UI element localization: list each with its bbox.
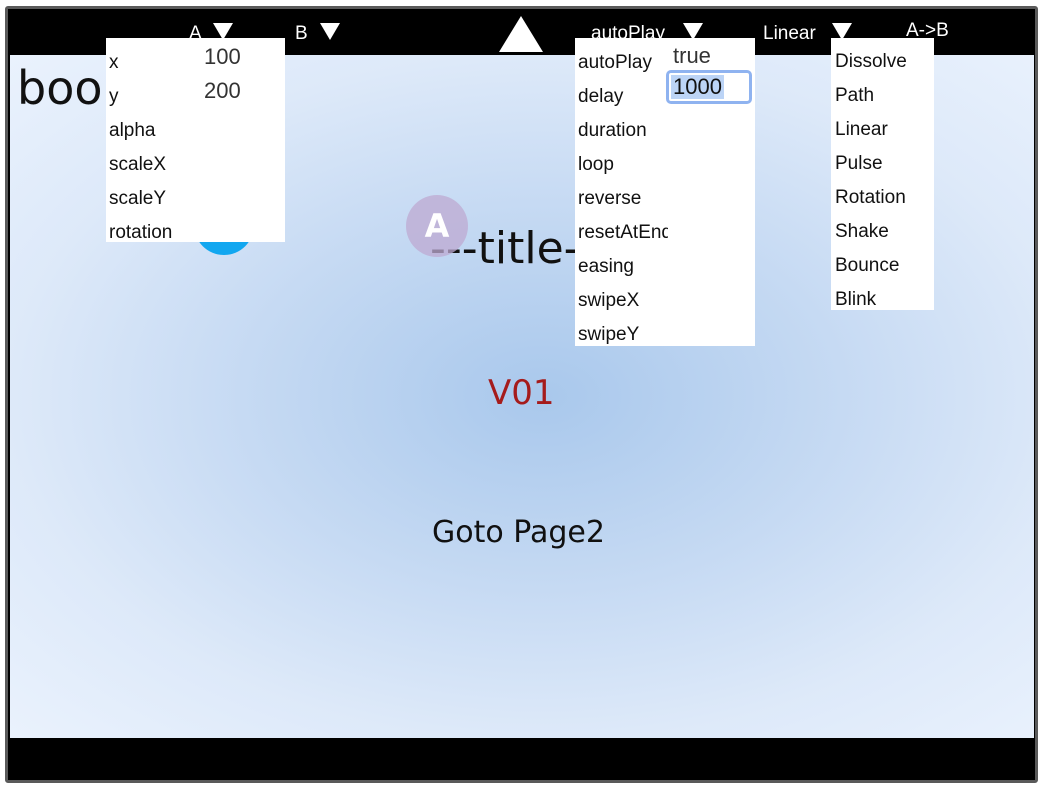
prop-rotation-label[interactable]: rotation [109, 223, 172, 242]
collapse-up-icon[interactable] [499, 16, 543, 52]
properties-panel: x y alpha scaleX scaleY rotation 100 200 [106, 38, 285, 242]
anim-swipey-label[interactable]: swipeY [578, 325, 639, 344]
anim-swipex-label[interactable]: swipeX [578, 291, 639, 310]
effect-item-bounce[interactable]: Bounce [835, 256, 899, 275]
effect-item-shake[interactable]: Shake [835, 222, 889, 241]
easing-selector-label[interactable]: Linear [763, 24, 816, 43]
effect-item-rotation[interactable]: Rotation [835, 188, 906, 207]
effect-item-blink[interactable]: Blink [835, 290, 876, 309]
anim-easing-label[interactable]: easing [578, 257, 634, 276]
effect-item-linear[interactable]: Linear [835, 120, 888, 139]
anim-resetatend-label[interactable]: resetAtEnd [578, 223, 668, 242]
bottom-bar [8, 738, 1035, 780]
prop-y-label[interactable]: y [109, 87, 119, 106]
delay-input-selection[interactable]: 1000 [671, 75, 724, 99]
b-selector-label[interactable]: B [295, 24, 308, 43]
animation-panel: autoPlay delay duration loop reverse res… [575, 38, 755, 346]
version-label: V01 [488, 373, 555, 413]
prop-x-value[interactable]: 100 [204, 46, 241, 68]
anim-reverse-label[interactable]: reverse [578, 189, 641, 208]
anim-loop-label[interactable]: loop [578, 155, 614, 174]
prop-x-label[interactable]: x [109, 53, 119, 72]
anim-delay-label[interactable]: delay [578, 87, 623, 106]
anim-autoplay-value[interactable]: true [673, 45, 711, 67]
b-dropdown-icon[interactable] [320, 23, 340, 40]
effect-item-path[interactable]: Path [835, 86, 874, 105]
a-badge[interactable]: A [406, 195, 468, 257]
prop-alpha-label[interactable]: alpha [109, 121, 156, 140]
anim-autoplay-label[interactable]: autoPlay [578, 53, 652, 72]
prop-scaley-label[interactable]: scaleY [109, 189, 166, 208]
effect-item-dissolve[interactable]: Dissolve [835, 52, 907, 71]
goto-page2-button[interactable]: Goto Page2 [432, 515, 605, 550]
delay-input[interactable]: 1000 [666, 70, 752, 104]
animation-labels-column: autoPlay delay duration loop reverse res… [575, 38, 668, 346]
prop-y-value[interactable]: 200 [204, 80, 241, 102]
prop-scalex-label[interactable]: scaleX [109, 155, 166, 174]
anim-duration-label[interactable]: duration [578, 121, 647, 140]
effect-menu: Dissolve Path Linear Pulse Rotation Shak… [831, 38, 934, 310]
effect-item-pulse[interactable]: Pulse [835, 154, 883, 173]
